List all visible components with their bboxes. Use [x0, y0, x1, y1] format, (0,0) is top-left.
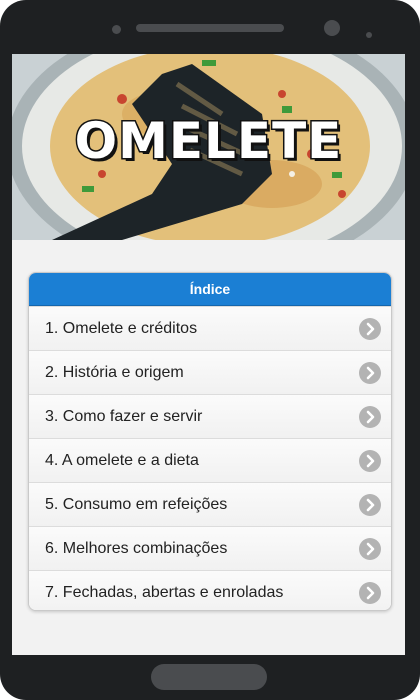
chevron-right-icon: [359, 318, 381, 340]
list-item-label: 4. A omelete e a dieta: [45, 452, 199, 469]
chevron-right-icon: [359, 538, 381, 560]
list-item-historia-e-origem[interactable]: 2. História e origem: [29, 350, 391, 394]
list-item-consumo-em-refeicoes[interactable]: 5. Consumo em refeições: [29, 482, 391, 526]
list-item-como-fazer-e-servir[interactable]: 3. Como fazer e servir: [29, 394, 391, 438]
list-item-label: 7. Fechadas, abertas e enroladas: [45, 584, 284, 601]
list-item-label: 3. Como fazer e servir: [45, 408, 203, 425]
proximity-sensor-icon: [112, 25, 121, 34]
list-item-label: 1. Omelete e créditos: [45, 320, 198, 337]
hero-title: OMELETE: [73, 111, 343, 172]
chevron-right-icon: [359, 362, 381, 384]
home-button[interactable]: [151, 664, 267, 690]
list-item-label: 6. Melhores combinações: [45, 540, 228, 557]
list-item-melhores-combinacoes[interactable]: 6. Melhores combinações: [29, 526, 391, 570]
phone-frame: OMELETE Índice 1. Omelete e créditos 2. …: [0, 0, 420, 700]
earpiece-speaker: [136, 24, 284, 32]
index-card: Índice 1. Omelete e créditos 2. História…: [28, 272, 392, 611]
list-item-fechadas-abertas-enroladas[interactable]: 7. Fechadas, abertas e enroladas: [29, 570, 391, 610]
chevron-right-icon: [359, 450, 381, 472]
chevron-right-icon: [359, 406, 381, 428]
list-item-label: 2. História e origem: [45, 364, 184, 381]
hero-banner: OMELETE: [12, 54, 405, 240]
chevron-right-icon: [359, 494, 381, 516]
list-item-omelete-e-dieta[interactable]: 4. A omelete e a dieta: [29, 438, 391, 482]
app-screen: OMELETE Índice 1. Omelete e créditos 2. …: [12, 54, 405, 655]
list-item-omelete-e-creditos[interactable]: 1. Omelete e créditos: [29, 306, 391, 350]
light-sensor-icon: [366, 32, 372, 38]
index-header: Índice: [29, 273, 391, 306]
chevron-right-icon: [359, 582, 381, 604]
list-item-label: 5. Consumo em refeições: [45, 496, 228, 513]
front-camera-icon: [324, 20, 340, 36]
